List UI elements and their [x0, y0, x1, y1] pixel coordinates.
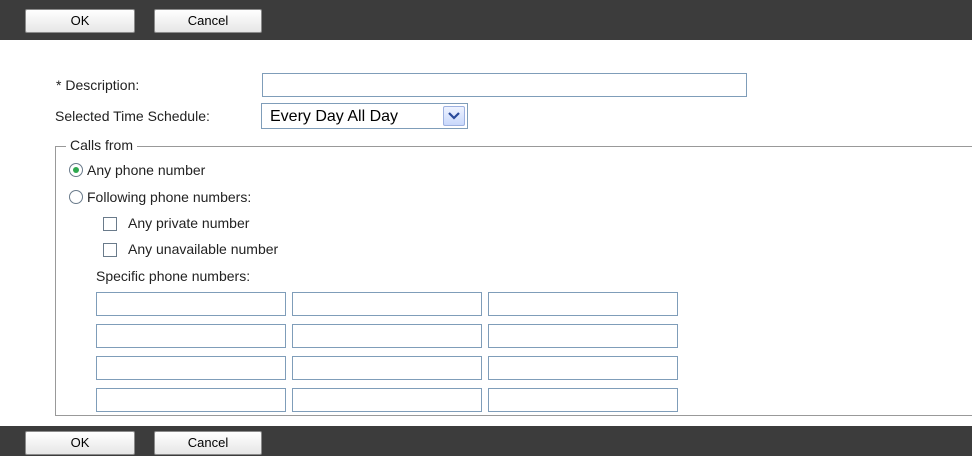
calls-from-legend: Calls from [66, 137, 138, 153]
top-toolbar: OK Cancel [0, 0, 972, 40]
unavailable-number-label: Any unavailable number [128, 241, 279, 257]
following-numbers-radio[interactable] [69, 190, 83, 204]
bottom-toolbar: OK Cancel [0, 426, 972, 456]
following-numbers-label: Following phone numbers: [87, 189, 252, 205]
phone-number-input-2[interactable] [292, 292, 482, 316]
phone-number-input-5[interactable] [292, 324, 482, 348]
phone-number-input-4[interactable] [96, 324, 286, 348]
any-phone-radio[interactable] [69, 163, 83, 177]
cancel-button-bottom[interactable]: Cancel [154, 431, 262, 455]
phone-number-input-1[interactable] [96, 292, 286, 316]
phone-number-input-8[interactable] [292, 356, 482, 380]
schedule-select[interactable]: Every Day All Day [261, 103, 468, 129]
ok-button[interactable]: OK [25, 9, 135, 33]
phone-number-input-3[interactable] [488, 292, 678, 316]
chevron-down-icon[interactable] [443, 106, 465, 126]
phone-number-input-6[interactable] [488, 324, 678, 348]
specific-numbers-label: Specific phone numbers: [96, 268, 251, 284]
description-label: * Description: [56, 77, 140, 93]
ok-button-bottom[interactable]: OK [25, 431, 135, 455]
description-input[interactable] [262, 73, 747, 97]
schedule-selected-value: Every Day All Day [270, 108, 399, 125]
phone-number-input-7[interactable] [96, 356, 286, 380]
any-phone-label: Any phone number [87, 162, 206, 178]
radio-selected-dot [73, 167, 79, 173]
phone-number-input-12[interactable] [488, 388, 678, 412]
schedule-label: Selected Time Schedule: [55, 108, 210, 124]
cancel-button[interactable]: Cancel [154, 9, 262, 33]
private-number-label: Any private number [128, 215, 250, 231]
private-number-checkbox[interactable] [103, 217, 117, 231]
phone-number-input-11[interactable] [292, 388, 482, 412]
phone-number-input-10[interactable] [96, 388, 286, 412]
phone-number-input-9[interactable] [488, 356, 678, 380]
unavailable-number-checkbox[interactable] [103, 243, 117, 257]
